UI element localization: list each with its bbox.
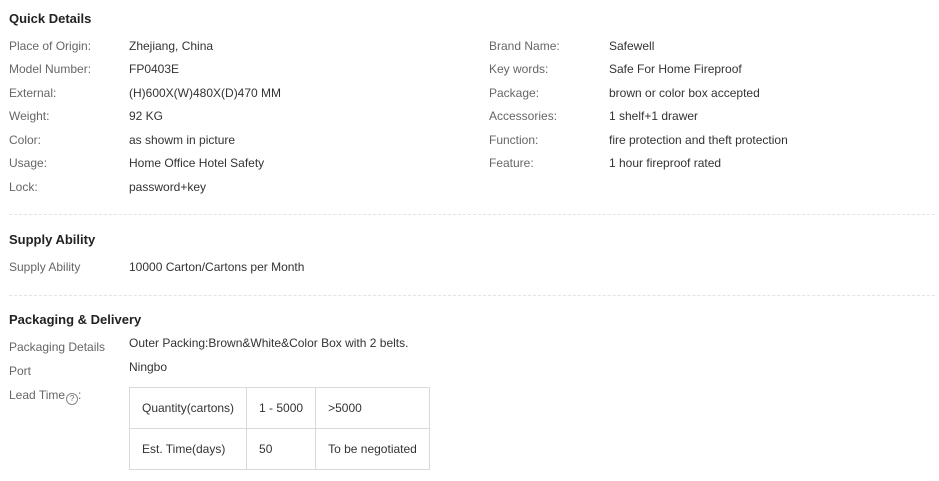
detail-value: Safe For Home Fireproof — [609, 62, 742, 76]
detail-label: Function: — [489, 133, 539, 147]
detail-value: Home Office Hotel Safety — [129, 156, 265, 170]
lead-time-table: Quantity(cartons) 1 - 5000 >5000 Est. Ti… — [128, 387, 430, 470]
port-value: Ningbo — [129, 360, 168, 374]
detail-label: Model Number: — [9, 62, 92, 76]
detail-value: 92 KG — [129, 109, 164, 123]
detail-value: Zhejiang, China — [129, 39, 214, 53]
detail-value: Safewell — [609, 39, 655, 53]
question-mark-icon[interactable]: ? — [66, 393, 79, 405]
lead-time-label: Lead Time — [9, 388, 66, 402]
packaging-details-label: Packaging Details — [9, 340, 106, 354]
section-divider — [9, 295, 935, 296]
detail-label: Usage: — [9, 156, 48, 170]
lead-time-label-group: Lead Time?: — [9, 387, 81, 405]
table-cell: To be negotiated — [315, 428, 430, 470]
detail-label: Feature: — [489, 156, 534, 170]
supply-ability-value: 10000 Carton/Cartons per Month — [129, 260, 305, 274]
table-row: Est. Time(days) 50 To be negotiated — [128, 428, 430, 470]
port-label: Port — [9, 364, 32, 378]
section-divider — [9, 214, 935, 215]
table-cell: >5000 — [315, 387, 430, 429]
quick-details-title: Quick Details — [9, 11, 92, 26]
detail-label: External: — [9, 86, 57, 100]
table-cell: Quantity(cartons) — [128, 387, 248, 429]
table-cell: 1 - 5000 — [246, 387, 317, 429]
detail-label: Brand Name: — [489, 39, 560, 53]
detail-label: Weight: — [9, 109, 50, 123]
supply-ability-label: Supply Ability — [9, 260, 81, 274]
table-cell: Est. Time(days) — [128, 428, 248, 470]
detail-value: fire protection and theft protection — [609, 133, 788, 147]
detail-value: as showm in picture — [129, 133, 236, 147]
lead-time-colon: : — [78, 388, 82, 402]
detail-value: brown or color box accepted — [609, 86, 760, 100]
supply-ability-title: Supply Ability — [9, 232, 96, 247]
detail-label: Package: — [489, 86, 540, 100]
detail-value: FP0403E — [129, 62, 180, 76]
detail-label: Place of Origin: — [9, 39, 92, 53]
table-cell: 50 — [246, 428, 317, 470]
detail-value: 1 shelf+1 drawer — [609, 109, 699, 123]
detail-label: Accessories: — [489, 109, 558, 123]
detail-label: Lock: — [9, 180, 38, 194]
detail-label: Color: — [9, 133, 42, 147]
detail-value: (H)600X(W)480X(D)470 MM — [129, 86, 282, 100]
packaging-delivery-title: Packaging & Delivery — [9, 312, 142, 327]
detail-value: 1 hour fireproof rated — [609, 156, 722, 170]
detail-label: Key words: — [489, 62, 549, 76]
table-row: Quantity(cartons) 1 - 5000 >5000 — [128, 387, 430, 429]
packaging-details-value: Outer Packing:Brown&White&Color Box with… — [129, 336, 409, 350]
detail-value: password+key — [129, 180, 207, 194]
